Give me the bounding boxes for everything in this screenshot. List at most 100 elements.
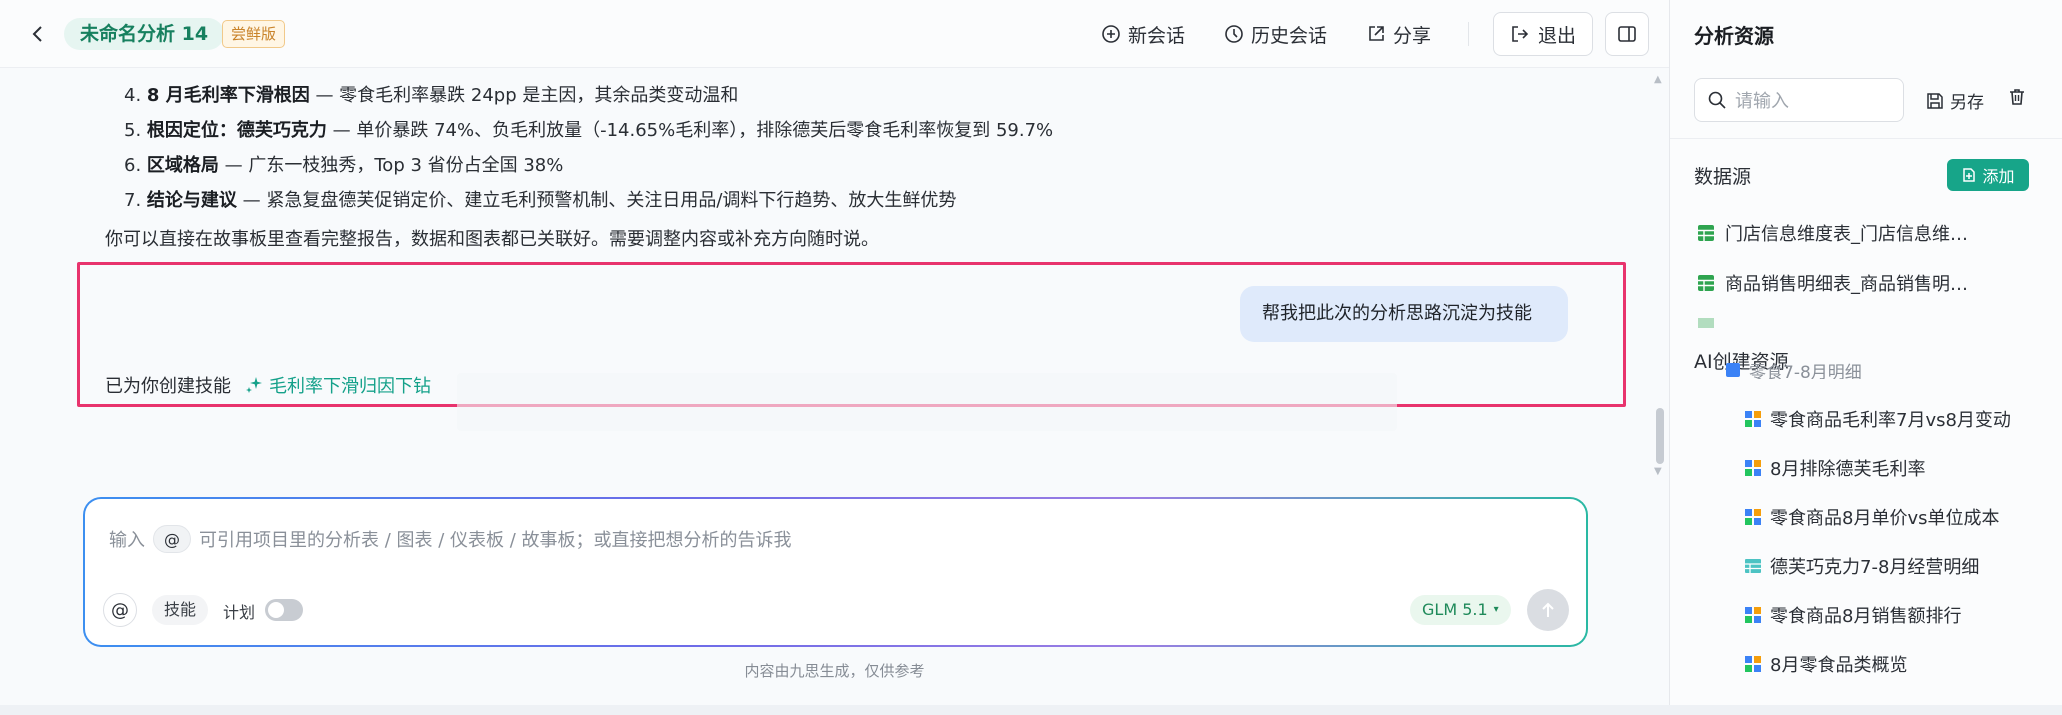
back-button[interactable] <box>24 20 52 48</box>
user-message-bubble: 帮我把此次的分析思路沉淀为技能 <box>1240 286 1568 342</box>
share-button[interactable]: 分享 <box>1366 19 1431 49</box>
skill-button[interactable]: 技能 <box>152 595 209 625</box>
send-button[interactable] <box>1527 589 1569 631</box>
analysis-title[interactable]: 未命名分析 14 <box>64 18 225 50</box>
chat-scrollbar-thumb[interactable] <box>1656 408 1664 464</box>
sidebar-divider <box>1670 138 2062 139</box>
ai-resource-item[interactable]: 8月零食品类概览 <box>1744 649 1907 679</box>
ai-resource-item[interactable]: 零食商品8月单价vs单位成本 <box>1744 502 1999 532</box>
datasource-name: 商品销售明细表_商品销售明… <box>1725 274 1968 295</box>
chart-icon <box>1745 460 1761 476</box>
loading-placeholder <box>457 373 1397 431</box>
history-label: 历史会话 <box>1251 24 1328 47</box>
list-item: 5. 根因定位：德芙巧克力 — 单价暴跌 74%、负毛利放量（-14.65%毛利… <box>124 113 1053 148</box>
chart-icon <box>1745 656 1761 672</box>
logout-button[interactable]: 退出 <box>1493 12 1593 56</box>
summary-list: 4. 8 月毛利率下滑根因 — 零食毛利率暴跌 24pp 是主因，其余品类变动温… <box>124 78 1053 218</box>
toolbar-divider <box>1468 22 1469 46</box>
share-icon <box>1369 26 1384 41</box>
sparkle-icon <box>246 377 262 393</box>
reply-text: 已为你创建技能 <box>105 376 231 397</box>
ai-resource-item[interactable]: 德芙巧克力7-8月经营明细 <box>1744 551 1979 581</box>
main-panel: 未命名分析 14 尝鲜版 新会话 历史会话 分享 退出 4. 8 月毛利率下滑根… <box>0 0 1669 705</box>
ai-folder-item[interactable]: 零食7-8月明细 <box>1725 361 1862 379</box>
sidebar-toggle-icon <box>1618 26 1636 42</box>
item-heading: 根因定位：德芙巧克力 <box>146 120 327 141</box>
item-text: — 广东一枝独秀，Top 3 省份占全国 38% <box>218 155 564 176</box>
assistant-reply: 已为你创建技能 毛利率下滑归因下钻 <box>105 372 431 398</box>
item-number: 7. <box>124 190 142 211</box>
item-number: 4. <box>124 85 142 106</box>
assistant-closing-text: 你可以直接在故事板里查看完整报告，数据和图表都已关联好。需要调整内容或补充方向随… <box>105 229 879 250</box>
share-label: 分享 <box>1393 24 1432 47</box>
plus-circle-icon <box>1102 25 1120 43</box>
item-number: 5. <box>124 120 142 141</box>
chat-input-box[interactable]: 输入 @ 可引用项目里的分析表 / 图表 / 仪表板 / 故事板；或直接把想分析… <box>83 497 1588 647</box>
item-heading: 8 月毛利率下滑根因 <box>146 85 310 106</box>
list-item: 4. 8 月毛利率下滑根因 — 零食毛利率暴跌 24pp 是主因，其余品类变动温… <box>124 78 1053 113</box>
ai-resource-name: 德芙巧克力7-8月经营明细 <box>1770 557 1980 578</box>
item-text: — 紧急复盘德芙促销定价、建立毛利预警机制、关注日用品/调料下行趋势、放大生鲜优… <box>236 190 957 211</box>
toggle-panel-button[interactable] <box>1605 12 1649 56</box>
search-icon <box>1708 91 1726 109</box>
skill-name: 毛利率下滑归因下钻 <box>269 376 431 397</box>
plan-toggle[interactable] <box>265 599 303 621</box>
scroll-up-arrow[interactable]: ▲ <box>1654 74 1662 85</box>
datasource-item[interactable]: 商品销售明细表_商品销售明… <box>1697 268 1968 298</box>
at-mention-chip: @ <box>153 525 191 553</box>
delete-button[interactable] <box>2007 87 2027 111</box>
ai-resource-item[interactable]: 零食商品毛利率7月vs8月变动 <box>1744 404 2011 434</box>
list-item: 6. 区域格局 — 广东一枝独秀，Top 3 省份占全国 38% <box>124 148 1053 183</box>
resource-sidebar: 分析资源 请输入 另存 数据源 添加 门店信息维度表_门店信息维… 商品销售明细… <box>1669 0 2062 705</box>
table-icon <box>1698 275 1714 291</box>
add-label: 添加 <box>1982 167 2015 186</box>
top-bar: 未命名分析 14 尝鲜版 新会话 历史会话 分享 退出 <box>0 0 1669 68</box>
clock-icon <box>1225 25 1243 43</box>
placeholder-suffix: 可引用项目里的分析表 / 图表 / 仪表板 / 故事板；或直接把想分析的告诉我 <box>199 530 792 551</box>
app-window: 未命名分析 14 尝鲜版 新会话 历史会话 分享 退出 4. 8 月毛利率下滑根… <box>0 0 2062 705</box>
arrow-up-icon <box>1542 602 1554 617</box>
save-as-label: 另存 <box>1950 93 1984 113</box>
item-heading: 结论与建议 <box>146 190 237 211</box>
datasource-heading: 数据源 <box>1694 166 1752 188</box>
save-icon <box>1927 92 1943 109</box>
datasource-item-partial <box>1697 318 1715 328</box>
ai-folder-name: 零食7-8月明细 <box>1749 362 1862 380</box>
table-icon <box>1698 225 1714 241</box>
ai-resource-name: 8月零食品类概览 <box>1770 655 1908 676</box>
model-name: GLM 5.1 <box>1422 600 1488 619</box>
mention-button[interactable]: @ <box>103 593 137 627</box>
search-placeholder: 请输入 <box>1735 91 1789 112</box>
skill-link[interactable]: 毛利率下滑归因下钻 <box>245 372 431 398</box>
chat-input-inner[interactable]: 输入 @ 可引用项目里的分析表 / 图表 / 仪表板 / 故事板；或直接把想分析… <box>85 499 1586 645</box>
trial-badge: 尝鲜版 <box>222 20 286 48</box>
model-selector[interactable]: GLM 5.1 ▾ <box>1410 595 1511 625</box>
logout-icon <box>1512 26 1529 42</box>
resource-search-input[interactable]: 请输入 <box>1694 78 1904 122</box>
ai-resource-name: 零食商品8月单价vs单位成本 <box>1770 508 2000 529</box>
chart-icon <box>1745 607 1761 623</box>
item-text: — 零食毛利率暴跌 24pp 是主因，其余品类变动温和 <box>309 85 739 106</box>
item-text: — 单价暴跌 74%、负毛利放量（-14.65%毛利率），排除德芙后零食毛利率恢… <box>326 120 1054 141</box>
scroll-down-arrow[interactable]: ▼ <box>1654 466 1662 477</box>
ai-resource-name: 零食商品8月销售额排行 <box>1770 606 1962 627</box>
placeholder-prefix: 输入 <box>109 530 145 551</box>
chart-icon <box>1745 411 1761 427</box>
logout-label: 退出 <box>1537 24 1576 47</box>
ai-resource-item[interactable]: 零食商品8月销售额排行 <box>1744 600 1961 630</box>
new-chat-button[interactable]: 新会话 <box>1101 19 1185 49</box>
chat-input-placeholder: 输入 @ 可引用项目里的分析表 / 图表 / 仪表板 / 故事板；或直接把想分析… <box>109 525 792 553</box>
ai-resource-item[interactable]: 8月排除德芙毛利率 <box>1744 453 1925 483</box>
new-chat-label: 新会话 <box>1128 24 1186 47</box>
disclaimer-footnote: 内容由九思生成，仅供参考 <box>744 662 925 680</box>
trash-icon <box>2010 89 2024 105</box>
table-view-icon <box>1745 559 1761 573</box>
history-button[interactable]: 历史会话 <box>1224 19 1327 49</box>
save-as-button[interactable]: 另存 <box>1926 88 1984 113</box>
datasource-item[interactable]: 门店信息维度表_门店信息维… <box>1697 218 1968 248</box>
ai-resource-name: 零食商品毛利率7月vs8月变动 <box>1770 410 2011 431</box>
chevron-left-icon <box>32 26 42 42</box>
add-file-icon <box>1963 168 1976 182</box>
plan-label: 计划 <box>223 603 256 622</box>
add-datasource-button[interactable]: 添加 <box>1947 159 2029 191</box>
